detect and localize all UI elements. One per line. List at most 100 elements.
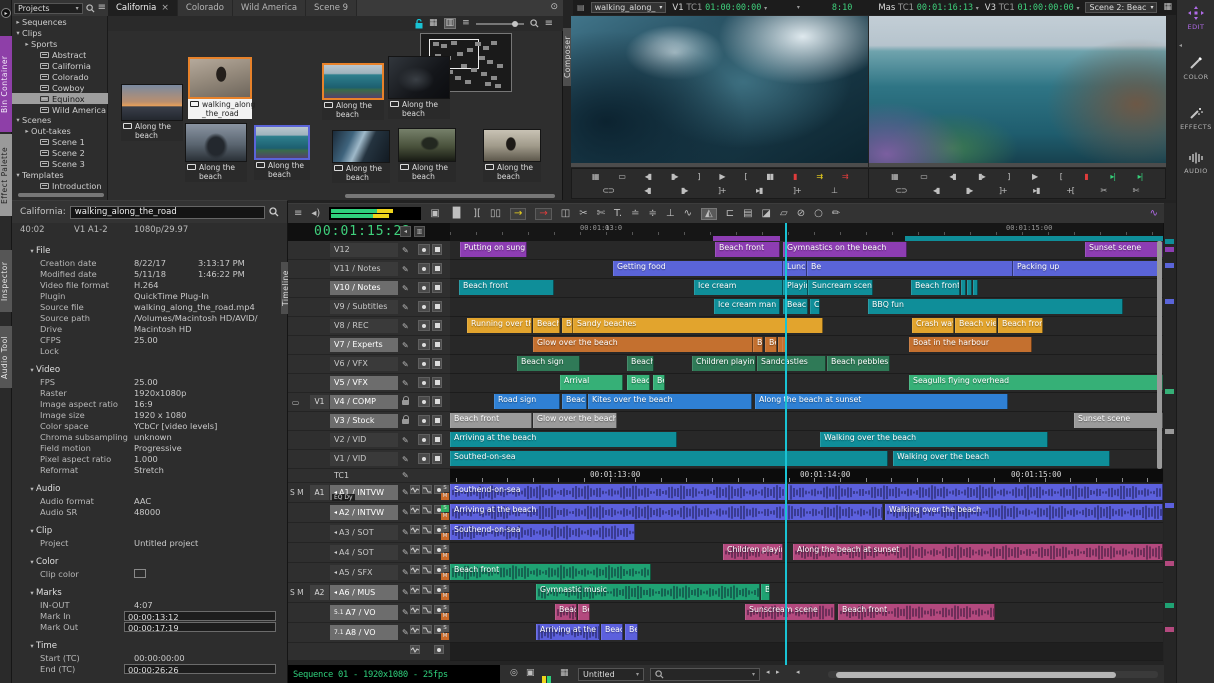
timeline-clip[interactable]: Along the beach at sunset — [793, 544, 1163, 560]
go-to-out-button[interactable]: ]+ — [718, 186, 726, 195]
track-name-button-V8[interactable]: V8 / REC — [330, 319, 398, 333]
track-name-button-V10[interactable]: V10 / Notes — [330, 281, 398, 295]
track-pencil-icon[interactable]: ✎ — [402, 431, 409, 449]
track-monitor-button[interactable] — [418, 320, 430, 331]
bin-clip-thumbnail[interactable] — [388, 56, 450, 99]
timeline-clip[interactable]: Southend-on-sea — [450, 484, 786, 500]
solo-button[interactable]: S — [441, 505, 449, 512]
go-to-out-button[interactable]: ]+ — [999, 186, 1007, 195]
timeline-clip[interactable]: Beach front — [450, 564, 651, 580]
rail-tab-bin-container[interactable]: Bin Container — [0, 36, 12, 132]
timeline-clip[interactable]: Children playing — [723, 544, 783, 560]
timeline-clip[interactable]: Sandcastles — [757, 356, 826, 371]
property-input[interactable]: 00:00:26:26 — [124, 664, 276, 674]
mute-button[interactable]: M — [441, 553, 449, 560]
track-name-button-A2[interactable]: ◂A2 / INTVW — [330, 505, 398, 520]
sidebar-item-effects[interactable]: EFFECTS — [1177, 106, 1214, 131]
track-name-button-V7[interactable]: V7 / Experts — [330, 338, 398, 352]
timeline-clip[interactable]: Beach sign — [517, 356, 580, 371]
timeline-clip[interactable]: Southend-on-sea — [450, 524, 635, 540]
timeline-clip[interactable]: Be — [562, 318, 573, 333]
track-name-button-A5[interactable]: ◂A5 / SFX — [330, 565, 398, 580]
timeline-clip[interactable]: Children playing — [692, 356, 756, 371]
track-name-button-V6[interactable]: V6 / VFX — [330, 357, 398, 371]
step-backward-button[interactable]: ◂▮ — [645, 172, 651, 181]
mark-clip-alt-button[interactable]: ⊥ — [831, 186, 837, 195]
track-record-button[interactable] — [432, 396, 442, 407]
track-pencil-icon[interactable]: ✎ — [402, 563, 409, 582]
timeline-clip[interactable]: Walking over the beach — [885, 504, 1163, 520]
inspector-section-clip[interactable]: ▾Clip — [12, 523, 287, 538]
go-to-in-button[interactable]: ▸| — [1110, 172, 1115, 181]
timeline-clip[interactable]: Packing up — [1013, 261, 1161, 276]
tree-item-cowboy[interactable]: Cowboy — [12, 82, 108, 93]
rail-tab-effect-palette[interactable]: Effect Palette — [0, 134, 12, 216]
solo-mute-stack[interactable]: SM — [441, 525, 449, 540]
play-to-out-button[interactable]: ▸▮ — [756, 186, 762, 195]
track-record-button[interactable] — [432, 244, 442, 255]
timeline-clip[interactable]: Ice cream — [694, 280, 783, 295]
tree-item-colorado[interactable]: Colorado — [12, 71, 108, 82]
track-record-button[interactable] — [432, 377, 442, 388]
track-pencil-icon[interactable]: ✎ — [402, 450, 409, 468]
search-next-button[interactable]: ▸ — [776, 668, 780, 676]
timeline-clip[interactable]: Beach — [627, 375, 650, 390]
scroll-left-button[interactable]: ◂ — [796, 668, 800, 676]
automation-curve-button[interactable] — [422, 585, 432, 594]
record-clip-dropdown[interactable]: Scene 2: Beac▾ — [1085, 2, 1157, 13]
tree-item-scenes[interactable]: ▾Scenes — [12, 115, 108, 126]
timeline-preset-dropdown[interactable]: Untitled▾ — [578, 668, 644, 681]
bin-clip-thumbnail[interactable] — [332, 130, 390, 163]
playhead[interactable] — [785, 223, 787, 665]
timeline-clip[interactable]: Beach front — [911, 280, 960, 295]
mute-button[interactable]: M — [441, 593, 449, 600]
timeline-clip[interactable]: Arriving at the beach — [450, 432, 677, 447]
clip-color-checkbox[interactable] — [134, 569, 146, 578]
track-pencil-icon[interactable]: ✎ — [402, 483, 409, 502]
property-input[interactable]: 00:00:17:19 — [124, 622, 276, 632]
source-track-button[interactable]: A2 — [310, 585, 329, 600]
timeline-clip[interactable]: Beach — [627, 356, 654, 371]
waveform-toggle-button[interactable] — [410, 625, 420, 634]
track-pencil-icon[interactable]: ✎ — [402, 374, 409, 392]
bin-tab-colorado[interactable]: Colorado — [178, 0, 233, 16]
inspector-clip-name-input[interactable]: walking_along_the_road — [70, 206, 265, 219]
track-pencil-icon[interactable]: ✎ — [402, 336, 409, 354]
timeline-clip[interactable]: Ice cream man — [714, 299, 780, 314]
search-prev-button[interactable]: ◂ — [766, 668, 770, 676]
tree-item-sports[interactable]: ▸Sports — [12, 39, 108, 50]
timeline-clip[interactable]: Seagulls flying overhead — [909, 375, 1163, 390]
track-pencil-icon[interactable]: ✎ — [402, 279, 409, 297]
track-record-button[interactable] — [432, 415, 442, 426]
track-record-button[interactable] — [432, 301, 442, 312]
bin-menu-icon[interactable]: ≡ — [545, 19, 553, 29]
waveform-toggle-button[interactable] — [410, 565, 420, 574]
solo-button[interactable]: S — [441, 485, 449, 492]
timeline-search-field[interactable]: ▾ — [650, 668, 760, 681]
timeline-clip[interactable]: Beach front — [450, 413, 532, 428]
text-tool-button[interactable]: T. — [614, 209, 622, 219]
track-pencil-icon[interactable]: ✎ — [402, 623, 409, 642]
waveform-toggle-button[interactable] — [410, 585, 420, 594]
waveform-toggle-button[interactable] — [410, 605, 420, 614]
track-pencil-icon[interactable]: ✎ — [402, 469, 409, 482]
tree-item-scene-2[interactable]: Scene 2 — [12, 148, 108, 159]
tree-item-introduction[interactable]: Introduction — [12, 180, 108, 191]
add-marker-button[interactable]: ▮ — [1084, 172, 1087, 181]
video-display-icon[interactable]: ▣ — [526, 668, 535, 678]
timeline-clip[interactable]: Glow over the beach — [533, 337, 753, 352]
solo-button[interactable]: S — [441, 565, 449, 572]
timeline-clip[interactable]: Getting food — [613, 261, 783, 276]
search-icon[interactable] — [86, 4, 95, 13]
track-pencil-icon[interactable]: ✎ — [402, 241, 409, 259]
tree-item-clips[interactable]: ▾Clips — [12, 28, 108, 39]
track-panel-button[interactable]: ▐▌ — [449, 209, 464, 219]
automation-curve-button[interactable] — [422, 505, 432, 514]
waveform-toggle-button[interactable] — [410, 525, 420, 534]
tree-item-scene-3[interactable]: Scene 3 — [12, 159, 108, 170]
previous-event-button[interactable]: ◂▮ — [933, 186, 939, 195]
track-pencil-icon[interactable]: ✎ — [402, 317, 409, 335]
timeline-horizontal-scrollbar[interactable] — [828, 671, 1158, 678]
timeline-clip[interactable]: Be — [625, 624, 638, 640]
track-record-button[interactable] — [432, 358, 442, 369]
